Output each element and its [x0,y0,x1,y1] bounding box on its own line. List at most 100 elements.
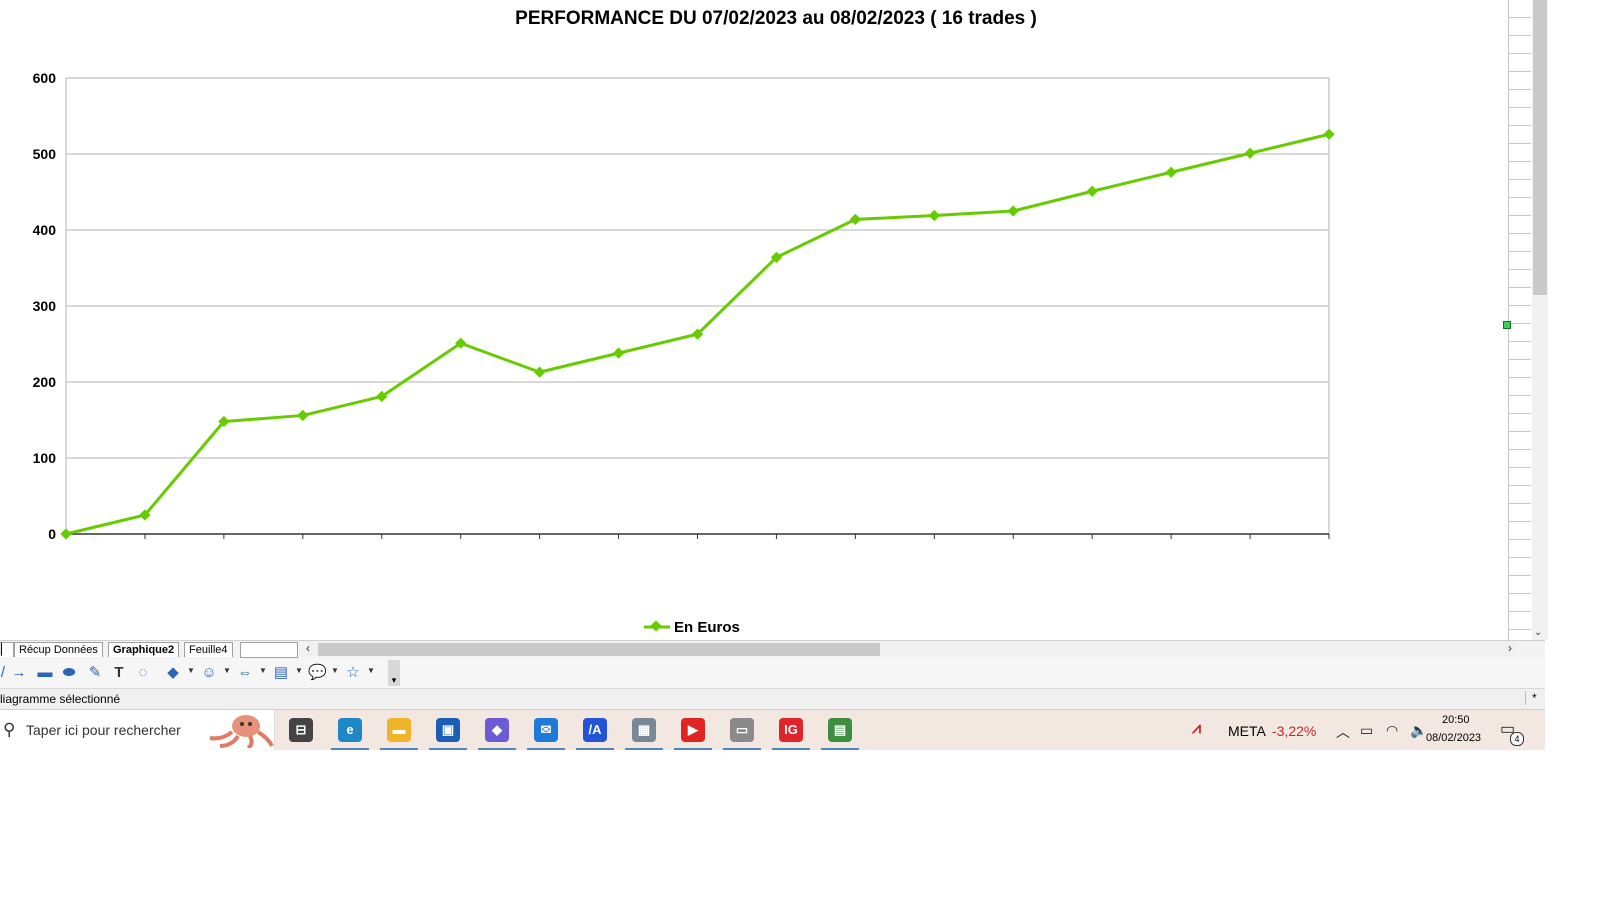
youtube-icon: ▶ [681,718,705,742]
taskbar-app-ig[interactable]: IG [770,710,812,750]
status-bar: liagramme sélectionné * [0,689,1545,710]
wifi-icon[interactable]: ◠ [1386,722,1398,739]
clock-date[interactable]: 08/02/2023 [1426,732,1481,744]
tab-nav-icon[interactable]: ▏ [0,642,15,657]
notification-count-badge: 4 [1510,732,1524,746]
file-explorer-icon: ▬ [387,718,411,742]
taskbar: ⚲ Taper ici pour rechercher ⊟ e ▬ ▣ ◆ ✉ /A ▦ ▶ ▭ I… [0,710,1545,750]
taskbar-app-app-image[interactable]: ▭ [721,710,763,750]
chevron-down-icon[interactable]: ▼ [367,666,375,675]
sheet-tabs-bar: ▏ Récup Données Graphique2 Feuille4 ‹ › [0,640,1545,658]
taskbar-app-youtube[interactable]: ▶ [672,710,714,750]
arrow-tool-icon[interactable]: → [10,664,28,682]
chevron-down-icon[interactable]: ▼ [187,666,195,675]
tab-empty-area [240,642,298,658]
running-indicator [429,748,467,750]
x-tick-marks [65,533,1330,539]
tab-recup-donnees[interactable]: Récup Données [14,642,103,657]
tab-feuille4[interactable]: Feuille4 [184,642,233,657]
app-blue-icon: /A [583,718,607,742]
horizontal-scroll-thumb[interactable] [318,643,880,656]
line-chart: PERFORMANCE DU 07/02/2023 au 08/02/2023 … [33,8,1335,636]
running-indicator [674,748,712,750]
volume-icon[interactable]: 🔈 [1410,722,1427,739]
taskbar-app-calculator[interactable]: ▦ [623,710,665,750]
callouts-icon[interactable]: 💬 [308,664,327,682]
taskbar-app-task-view[interactable]: ⊟ [280,710,322,750]
taskbar-app-mail[interactable]: ✉ [525,710,567,750]
running-indicator [821,748,859,750]
chevron-down-icon[interactable]: ▼ [331,666,339,675]
data-point [297,409,309,422]
y-tick-labels: 0 100 200 300 400 500 600 [33,70,57,542]
edge-icon: e [338,718,362,742]
callout-tool-icon[interactable]: ◌ [134,664,152,682]
ticker-logo-icon: ⩘ [1192,720,1202,737]
taskbar-app-edge[interactable]: e [329,710,371,750]
running-indicator [331,748,369,750]
ticker-symbol[interactable]: META [1228,723,1266,739]
chevron-down-icon[interactable]: ▼ [223,666,231,675]
taskbar-app-app-blue[interactable]: /A [574,710,616,750]
symbol-shapes-icon[interactable]: ☺ [200,664,218,682]
scroll-down-arrow-icon[interactable]: ⌄ [1534,627,1542,638]
flowchart-icon[interactable]: ▤ [272,664,290,682]
y-tick-label: 200 [33,374,57,390]
block-arrows-icon[interactable]: ⇔ [236,664,254,682]
freeform-tool-icon[interactable]: ✎ [86,664,104,682]
data-point [928,209,940,222]
task-view-icon: ⊟ [289,718,313,742]
taskbar-app-calc-sheet[interactable]: ▤ [819,710,861,750]
status-modified-indicator: * [1525,691,1537,705]
battery-icon[interactable]: ▭ [1360,722,1373,739]
chart-area[interactable]: PERFORMANCE DU 07/02/2023 au 08/02/2023 … [0,0,1510,640]
data-point [849,213,862,226]
chevron-down-icon[interactable]: ▼ [295,666,303,675]
ticker-change[interactable]: -3,22% [1272,723,1316,739]
clock-time[interactable]: 20:50 [1442,714,1470,726]
toolbar-overflow-button[interactable]: ▾ [388,660,400,686]
sheet-grid-strip [1508,0,1531,640]
horizontal-scrollbar[interactable]: ‹ › [306,641,1516,656]
chevron-down-icon[interactable]: ▼ [259,666,267,675]
app-image-icon: ▭ [730,718,754,742]
data-point [1323,128,1335,140]
basic-shapes-icon[interactable]: ◆ [164,664,182,682]
rectangle-tool-icon[interactable]: ▬ [36,664,54,682]
running-indicator [478,748,516,750]
y-tick-label: 100 [33,450,57,466]
calculator-icon: ▦ [632,718,656,742]
ig-icon: IG [779,718,803,742]
y-tick-label: 400 [33,222,57,238]
running-indicator [380,748,418,750]
series-en-euros [60,128,1335,540]
data-point [1007,205,1019,217]
search-placeholder: Taper ici pour rechercher [26,722,181,738]
chevron-up-icon[interactable]: ︿ [1336,722,1350,742]
vertical-scroll-thumb[interactable] [1533,0,1547,295]
vertical-scrollbar[interactable]: ⌄ [1532,0,1548,640]
taskbar-app-store[interactable]: ▣ [427,710,469,750]
text-tool-icon[interactable]: T [110,664,128,682]
taskbar-app-teams[interactable]: ◆ [476,710,518,750]
search-highlight-image [202,712,274,748]
legend-label: En Euros [674,619,740,636]
chart-title: PERFORMANCE DU 07/02/2023 au 08/02/2023 … [515,8,1037,29]
scroll-right-arrow-icon[interactable]: › [1508,641,1512,655]
taskbar-search-box[interactable]: ⚲ Taper ici pour rechercher [0,710,275,750]
taskbar-app-file-explorer[interactable]: ▬ [378,710,420,750]
data-point [533,366,546,378]
selection-handle[interactable] [1503,321,1511,329]
data-point [1165,166,1177,178]
calc-sheet-icon: ▤ [828,718,852,742]
scroll-left-arrow-icon[interactable]: ‹ [306,641,310,655]
mail-icon: ✉ [534,718,558,742]
tab-graphique2[interactable]: Graphique2 [108,642,180,657]
y-tick-label: 500 [33,146,57,162]
data-point [612,347,625,359]
search-icon: ⚲ [3,720,16,739]
ellipse-tool-icon[interactable]: ⬬ [60,664,78,682]
data-point [60,528,72,540]
stars-icon[interactable]: ☆ [344,664,362,682]
running-indicator [723,748,761,750]
